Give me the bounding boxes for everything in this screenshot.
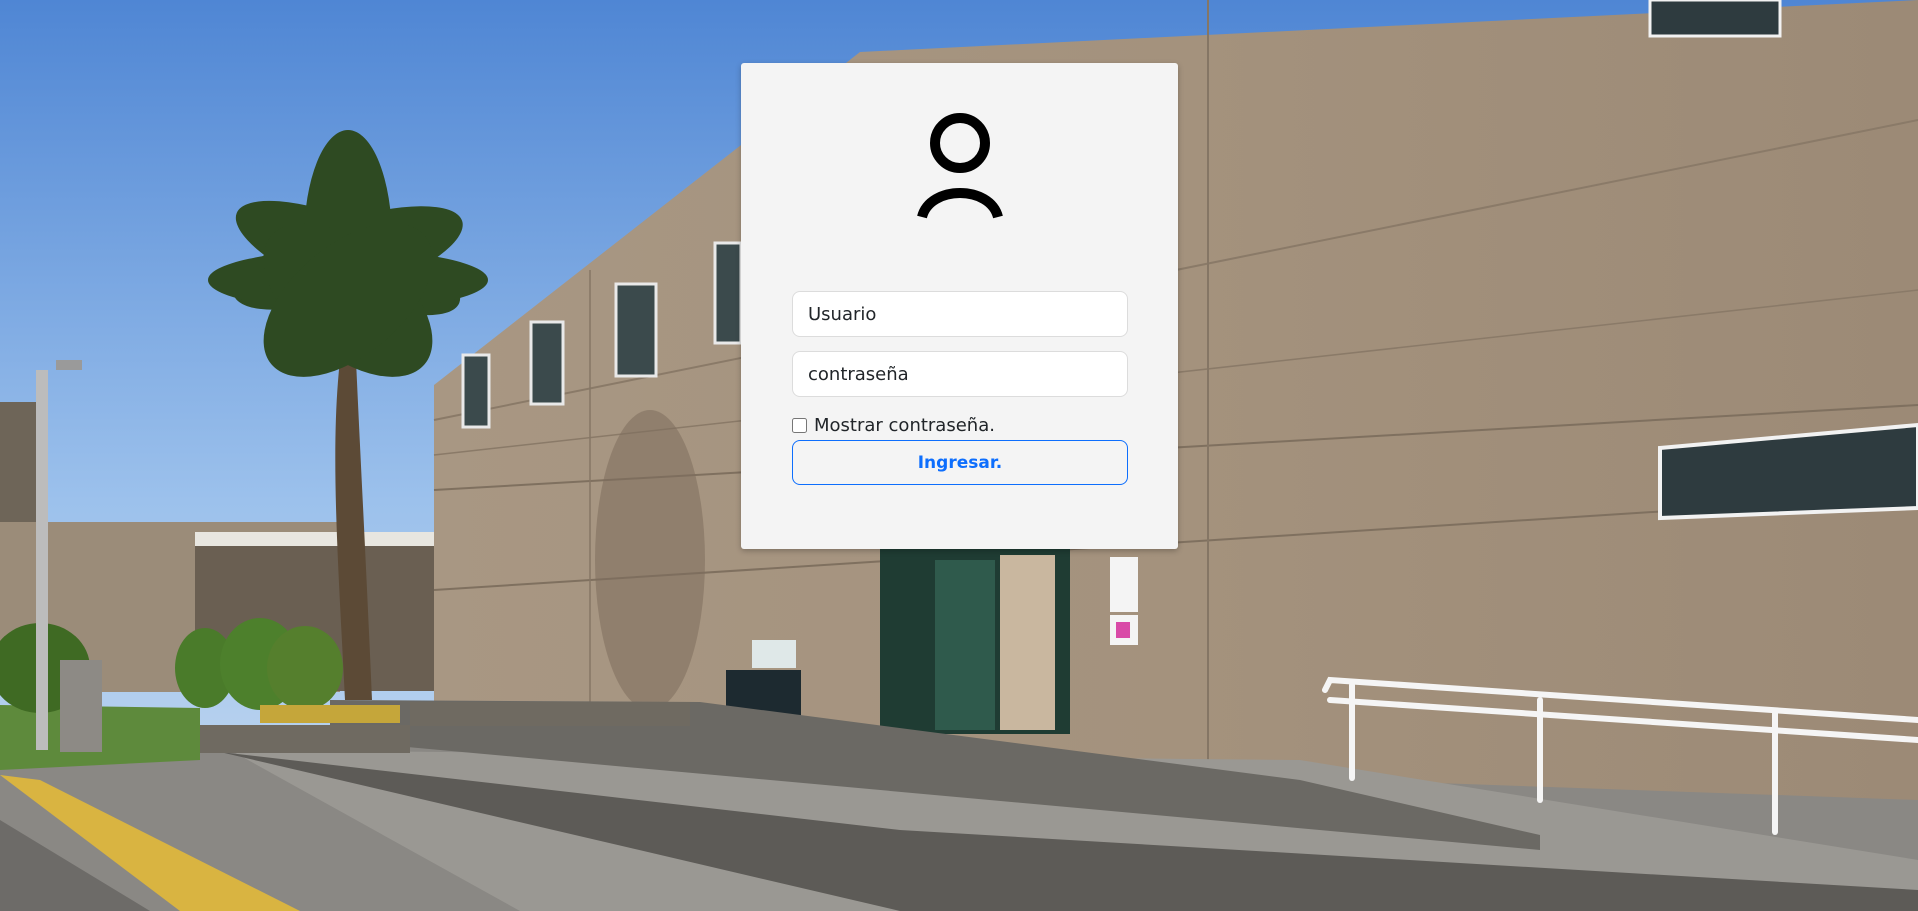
login-page: Mostrar contraseña. Ingresar. (0, 0, 1918, 911)
user-icon (917, 113, 1003, 219)
login-card: Mostrar contraseña. Ingresar. (741, 63, 1178, 549)
show-password-toggle[interactable]: Mostrar contraseña. (792, 413, 995, 437)
password-input[interactable] (792, 351, 1128, 397)
login-button[interactable]: Ingresar. (792, 440, 1128, 485)
username-input[interactable] (792, 291, 1128, 337)
show-password-label: Mostrar contraseña. (814, 414, 995, 436)
show-password-checkbox[interactable] (792, 417, 807, 433)
